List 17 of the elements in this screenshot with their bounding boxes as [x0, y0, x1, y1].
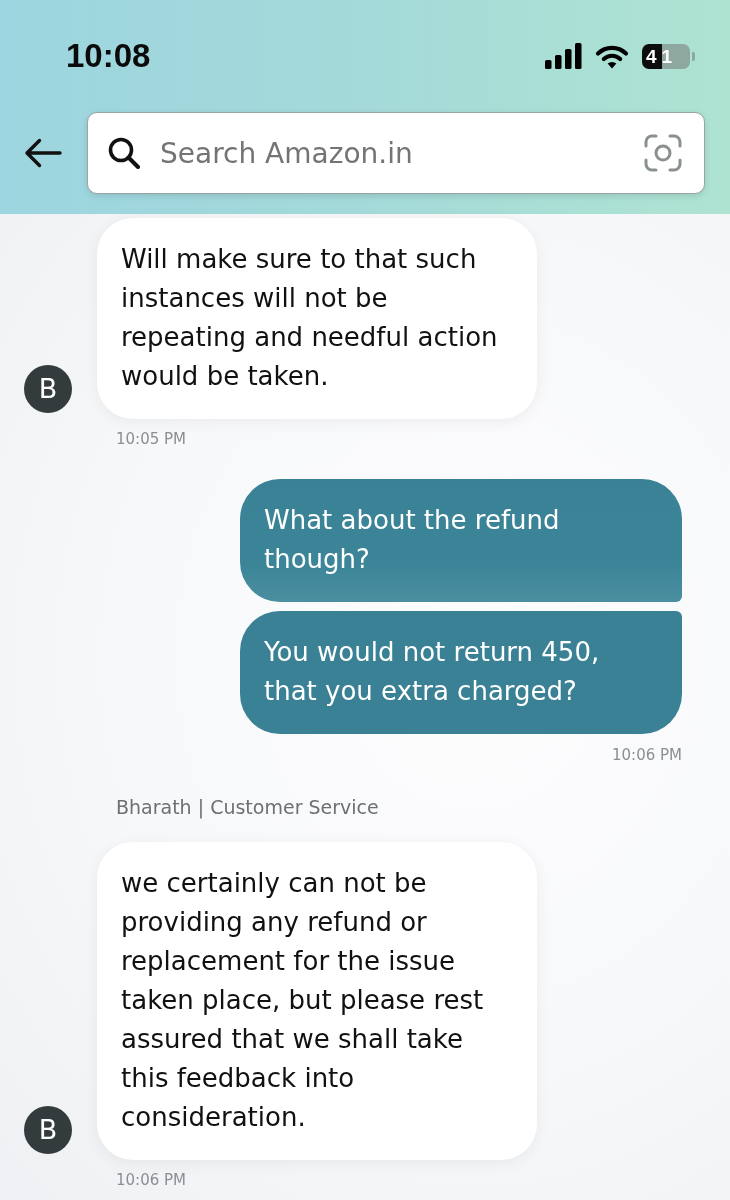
wifi-icon: [595, 43, 629, 69]
message-time: 10:06 PM: [612, 745, 682, 765]
back-icon[interactable]: [24, 138, 62, 168]
message-bubble: we certainly can not be providing any refund or replacement for the issue taken place, but please rest assured that we shall take this feedback into consideration.: [97, 842, 537, 1160]
avatar: B: [24, 365, 72, 413]
sender-name: Bharath | Customer Service: [116, 795, 379, 819]
message-bubble: Will make sure to that such instances will not be repeating and needful action would be taken.: [97, 218, 537, 419]
message-time: 10:05 PM: [116, 429, 186, 449]
message-bubble: You would not return 450, that you extra charged?: [240, 611, 682, 734]
search-field[interactable]: Search Amazon.in: [87, 112, 705, 194]
scan-icon[interactable]: [644, 134, 682, 172]
search-icon: [108, 137, 140, 169]
avatar: B: [24, 1106, 72, 1154]
status-time: 10:08: [66, 36, 151, 76]
signal-icon: [545, 43, 582, 69]
message-time: 10:06 PM: [116, 1170, 186, 1190]
message-bubble: What about the refund though?: [240, 479, 682, 602]
